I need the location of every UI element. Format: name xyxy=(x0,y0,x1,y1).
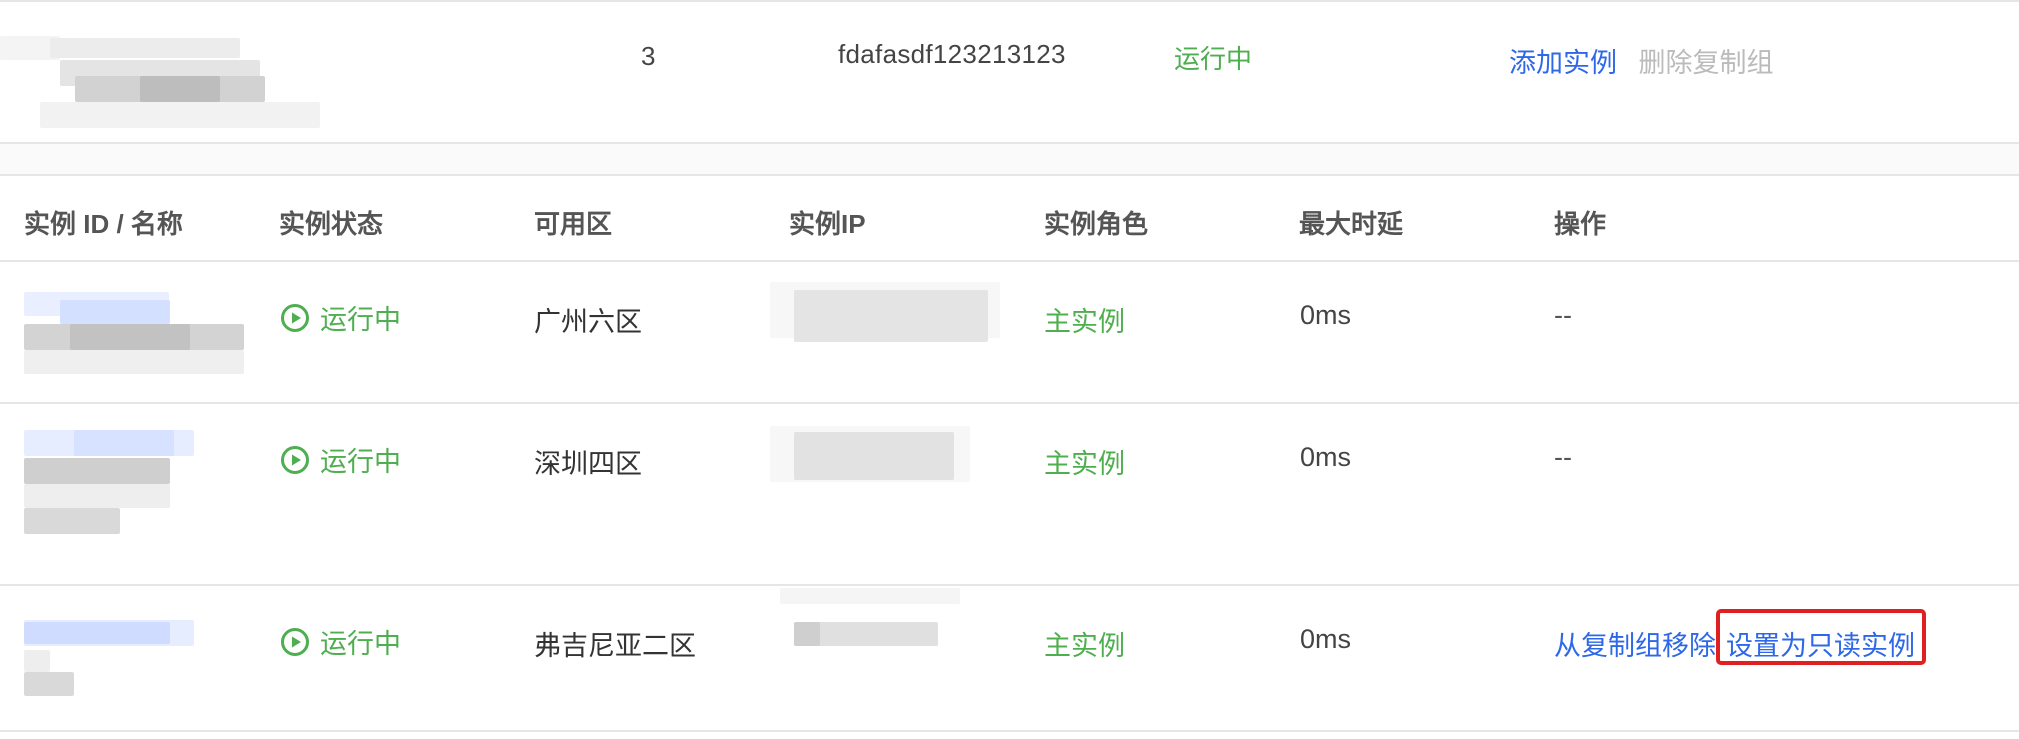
play-circle-icon xyxy=(280,445,310,475)
section-spacer xyxy=(0,144,2019,176)
instance-table: 实例 ID / 名称 实例状态 可用区 实例IP 实例角色 最大时延 操作 运行… xyxy=(0,176,2019,732)
instance-status: 运行中 xyxy=(280,622,401,661)
instance-status: 运行中 xyxy=(280,298,401,337)
status-text: 运行中 xyxy=(320,305,401,335)
status-text: 运行中 xyxy=(320,447,401,477)
header-instance-status[interactable]: 实例状态 xyxy=(279,204,383,241)
table-row: 运行中 弗吉尼亚二区 主实例 0ms 从复制组移除 设置为只读实例 xyxy=(0,586,2019,732)
latency-cell: 0ms xyxy=(1300,624,1352,654)
remove-from-group-link[interactable]: 从复制组移除 xyxy=(1554,624,1716,663)
latency-cell: 0ms xyxy=(1300,442,1352,472)
table-row: 运行中 广州六区 主实例 0ms -- xyxy=(0,262,2019,404)
role-cell: 主实例 xyxy=(1044,307,1125,337)
group-name-redacted xyxy=(0,36,330,132)
group-instance-count: 3 xyxy=(641,41,656,71)
header-operations: 操作 xyxy=(1554,209,1607,239)
latency-cell: 0ms xyxy=(1300,300,1352,330)
header-max-latency[interactable]: 最大时延 xyxy=(1299,204,1403,241)
replication-group-row: 3 fdafasdf123213123 运行中 添加实例 删除复制组 xyxy=(0,0,2019,144)
header-instance-ip[interactable]: 实例IP xyxy=(789,204,866,241)
operations-empty: -- xyxy=(1554,442,1572,472)
group-status: 运行中 xyxy=(1174,44,1253,74)
play-circle-icon xyxy=(280,303,310,333)
group-actions: 添加实例 删除复制组 xyxy=(1509,41,1774,80)
instance-status: 运行中 xyxy=(280,440,401,479)
header-zone[interactable]: 可用区 xyxy=(534,204,612,241)
operations-empty: -- xyxy=(1554,300,1572,330)
header-instance-id[interactable]: 实例 ID / 名称 xyxy=(24,204,183,241)
add-instance-link[interactable]: 添加实例 xyxy=(1509,48,1617,78)
zone-cell: 弗吉尼亚二区 xyxy=(534,631,696,661)
delete-group-link[interactable]: 删除复制组 xyxy=(1639,48,1774,78)
group-id: fdafasdf123213123 xyxy=(838,39,1066,69)
zone-cell: 广州六区 xyxy=(534,307,642,337)
table-row: 运行中 深圳四区 主实例 0ms -- xyxy=(0,404,2019,586)
play-circle-icon xyxy=(280,627,310,657)
role-cell: 主实例 xyxy=(1044,631,1125,661)
role-cell: 主实例 xyxy=(1044,449,1125,479)
table-header: 实例 ID / 名称 实例状态 可用区 实例IP 实例角色 最大时延 操作 xyxy=(0,176,2019,262)
header-instance-role[interactable]: 实例角色 xyxy=(1044,204,1148,241)
status-text: 运行中 xyxy=(320,629,401,659)
zone-cell: 深圳四区 xyxy=(534,449,642,479)
set-readonly-link[interactable]: 设置为只读实例 xyxy=(1726,624,1915,663)
